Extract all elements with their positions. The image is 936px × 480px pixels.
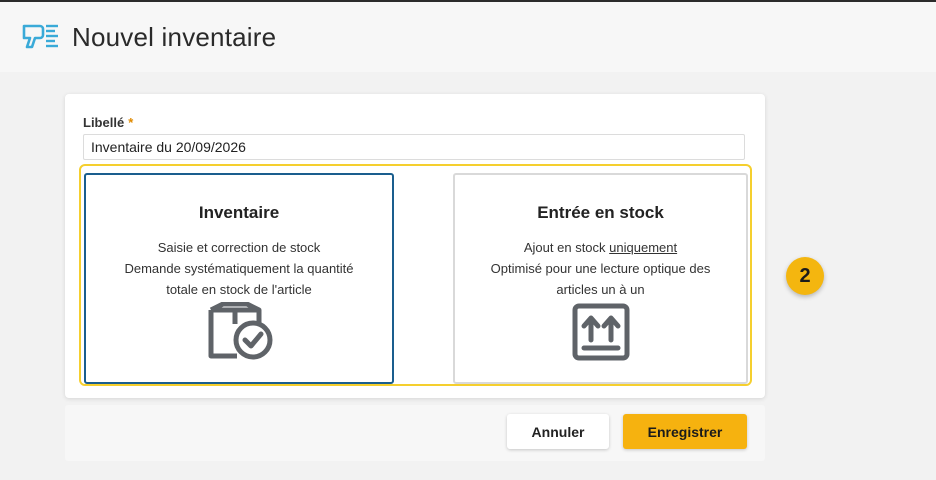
required-mark: * <box>128 115 134 130</box>
form-footer: Annuler Enregistrer <box>65 405 765 461</box>
option-entree-title: Entrée en stock <box>537 203 664 222</box>
option-entree-line1: Ajout en stock uniquement <box>455 237 746 258</box>
option-entree-line2: Optimisé pour une lecture optique des <box>490 261 711 276</box>
save-button[interactable]: Enregistrer <box>623 414 747 449</box>
box-arrows-up-icon <box>571 302 631 367</box>
libelle-label-text: Libellé <box>83 115 125 130</box>
option-entree-line3: articles un à un <box>556 282 645 297</box>
option-entree-line1-prefix: Ajout en stock <box>523 240 610 255</box>
option-inventaire-line2: Demande systématiquement la quantité <box>124 261 354 276</box>
step-badge: 2 <box>786 257 824 295</box>
option-entree-description: Ajout en stock uniquement Optimisé pour … <box>455 237 746 300</box>
page-header: Nouvel inventaire <box>0 2 936 72</box>
option-entree-line1-emphasis: uniquement <box>609 240 678 255</box>
libelle-input[interactable] <box>83 134 745 160</box>
barcode-scanner-icon <box>22 20 60 52</box>
option-inventaire-description: Saisie et correction de stock Demande sy… <box>86 237 392 300</box>
option-inventaire-line1: Saisie et correction de stock <box>157 240 321 255</box>
cancel-button[interactable]: Annuler <box>507 414 609 449</box>
option-inventaire-line3: totale en stock de l'article <box>166 282 312 297</box>
page-title: Nouvel inventaire <box>72 22 277 52</box>
box-check-icon <box>203 301 275 367</box>
option-inventaire[interactable]: Inventaire Saisie et correction de stock… <box>84 173 394 384</box>
option-inventaire-title: Inventaire <box>198 203 280 222</box>
option-entree-en-stock[interactable]: Entrée en stock Ajout en stock uniquemen… <box>453 173 748 384</box>
inventory-form-card: Libellé* Inventaire Saisie et correction… <box>65 94 765 398</box>
inventory-type-group: Inventaire Saisie et correction de stock… <box>79 164 752 386</box>
libelle-label: Libellé * <box>83 115 133 130</box>
